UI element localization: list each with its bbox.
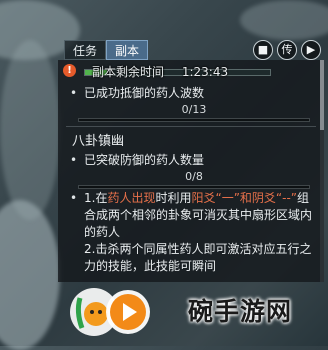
bullet: • (70, 86, 78, 100)
objective-1-progress (78, 118, 310, 122)
desc-text: 1.在 (84, 191, 108, 205)
quest-tabs: 任务 副本 (64, 40, 149, 60)
panel-scrollbar[interactable] (320, 60, 324, 282)
timer-label: 副本剩余时间 (92, 65, 165, 79)
desc-line-2: 2.击杀两个同属性药人即可激活对应五行之力的技能，此技能可瞬间 (84, 242, 312, 273)
dungeon-timer-row: ! 副本剩余时间 1:23:43 (58, 63, 320, 79)
dungeon-quest-panel: ! 副本剩余时间 1:23:43 • 已成功抵御的药人波数 0/13 八卦镇幽 •… (58, 60, 324, 282)
timer-value: 1:23:43 (181, 65, 229, 79)
objective-2-progress (78, 185, 310, 189)
tab-quest[interactable]: 任务 (64, 40, 107, 60)
desc-highlight: 阳爻“一”和阴爻“--” (191, 191, 298, 205)
tab-dungeon[interactable]: 副本 (106, 40, 149, 60)
arrow-icon[interactable]: ▶ (301, 40, 321, 60)
scroll-thumb[interactable] (320, 60, 324, 130)
objective-1-counter: 0/13 (181, 103, 207, 116)
watermark-logo-icon (70, 288, 150, 336)
transmit-icon[interactable]: 传 (277, 40, 297, 60)
section-title: 八卦镇幽 (72, 134, 125, 149)
objective-2-counter: 0/8 (185, 170, 203, 183)
warning-icon: ! (63, 64, 76, 77)
book-icon[interactable]: ■ (253, 40, 273, 60)
bullet: • (70, 153, 78, 167)
objective-1-text: 已成功抵御的药人波数 (84, 86, 205, 100)
desc-text: 时利用 (155, 191, 192, 205)
mechanic-description: • 1.在药人出现时利用阳爻“一”和阴爻“--”组合成两个相邻的卦象可消灭其中扇… (70, 190, 314, 275)
top-right-icons: ■ 传 ▶ (253, 40, 321, 60)
objective-2: • 已突破防御的药人数量 (70, 151, 204, 168)
timer-text: 副本剩余时间 1:23:43 (92, 63, 228, 80)
watermark-text: 碗手游网 (188, 297, 293, 326)
objective-2-text: 已突破防御的药人数量 (84, 153, 205, 167)
bullet: • (70, 191, 78, 205)
divider (66, 126, 316, 127)
objective-1: • 已成功抵御的药人波数 (70, 84, 204, 101)
desc-highlight: 药人出现 (107, 191, 156, 205)
